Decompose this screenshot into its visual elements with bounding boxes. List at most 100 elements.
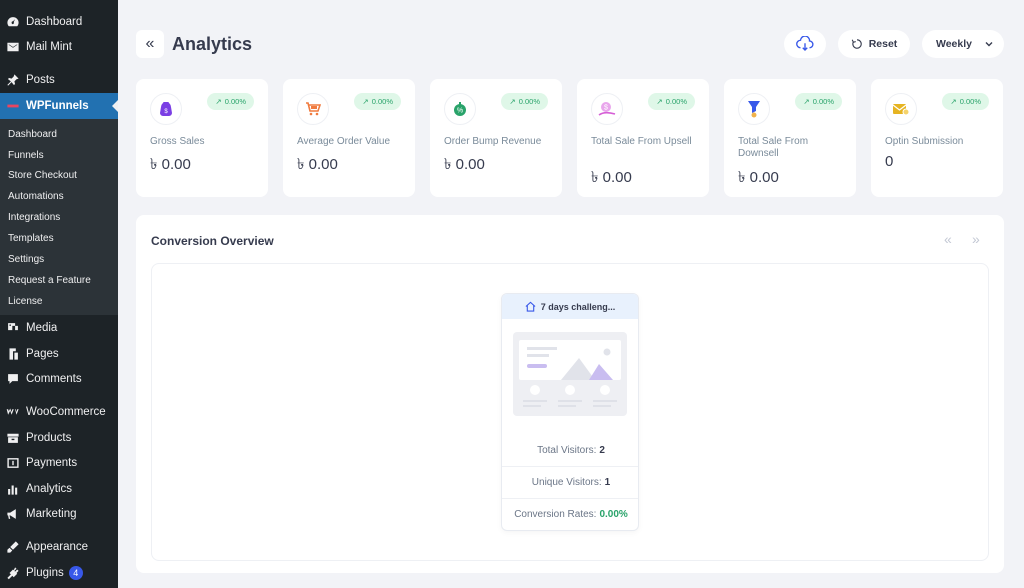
conversion-overview-panel: Conversion Overview « » 7 days challeng.…: [136, 215, 1004, 573]
update-count-badge: 4: [68, 566, 83, 580]
sidebar-item-label: Comments: [26, 373, 82, 385]
sidebar-item-analytics[interactable]: Analytics: [0, 478, 118, 500]
conversion-rate-value: 0.00%: [599, 509, 628, 520]
stat-label: Average Order Value: [297, 136, 391, 147]
mail-icon: [6, 40, 20, 54]
analytics-icon: [6, 482, 20, 496]
page-title: Analytics: [172, 34, 253, 54]
conversion-rate-row: Conversion Rates: 0.00%: [502, 498, 638, 530]
section-title: Conversion Overview: [151, 234, 274, 248]
reset-label: Reset: [868, 38, 898, 50]
sidebar-item-products[interactable]: Products: [0, 427, 118, 449]
appearance-icon: [6, 540, 20, 554]
wpfunnels-icon: [6, 99, 20, 113]
stat-card-average-order-value: ↗ 0.00% Average Order Value ৳ 0.00: [283, 79, 415, 197]
arrow-up-right-icon: ↗: [803, 97, 810, 106]
period-select-value: Weekly: [936, 38, 972, 50]
stat-value: ৳ 0.00: [591, 169, 632, 186]
sidebar-item-dashboard[interactable]: Dashboard: [0, 11, 118, 33]
sidebar-item-label: Appearance: [26, 541, 89, 553]
stat-value: ৳ 0.00: [297, 156, 338, 173]
arrow-up-right-icon: ↗: [950, 97, 957, 106]
total-visitors-value: 2: [599, 444, 605, 456]
next-page-button[interactable]: »: [972, 231, 980, 247]
sidebar-item-media[interactable]: Media: [0, 317, 118, 339]
sidebar-item-comments[interactable]: Comments: [0, 368, 118, 390]
funnel-preview-image: [513, 332, 627, 416]
submenu-item-dashboard[interactable]: Dashboard: [8, 125, 57, 143]
submenu-item-integrations[interactable]: Integrations: [8, 208, 60, 226]
stat-label: Gross Sales: [150, 136, 205, 147]
marketing-icon: [6, 507, 20, 521]
sidebar-item-mail-mint[interactable]: Mail Mint: [0, 36, 118, 58]
unique-visitors-value: 1: [604, 477, 611, 488]
period-select[interactable]: Weekly: [922, 30, 1004, 58]
stat-card-order-bump-revenue: % ↗ 0.00% Order Bump Revenue ৳ 0.00: [430, 79, 562, 197]
submenu-item-request-feature[interactable]: Request a Feature: [8, 271, 91, 289]
money-bag-icon: $: [150, 93, 182, 125]
prev-page-button[interactable]: «: [944, 231, 952, 247]
sidebar-item-woocommerce[interactable]: WooCommerce: [0, 401, 118, 423]
svg-text:%: %: [457, 108, 463, 115]
sidebar-item-label: WPFunnels: [26, 100, 89, 112]
sidebar-item-label: Analytics: [26, 483, 73, 495]
submenu-item-automations[interactable]: Automations: [8, 187, 64, 205]
arrow-up-right-icon: ↗: [215, 97, 222, 106]
downsell-icon: [738, 93, 770, 125]
sidebar-item-marketing[interactable]: Marketing: [0, 503, 118, 525]
main-content: « Analytics Reset Weekly $ ↗ 0.00% Gross …: [118, 0, 1024, 588]
stat-card-downsell: ↗ 0.00% Total Sale From Downsell ৳ 0.00: [724, 79, 856, 197]
cloud-download-icon: [796, 36, 814, 51]
stat-card-upsell: $ ↗ 0.00% Total Sale From Upsell ৳ 0.00: [577, 79, 709, 197]
change-badge: ↗ 0.00%: [648, 93, 695, 110]
sidebar-item-label: Pages: [26, 348, 59, 360]
sidebar-item-pages[interactable]: Pages: [0, 343, 118, 365]
sidebar-item-posts[interactable]: Posts: [0, 69, 118, 91]
reset-button[interactable]: Reset: [838, 30, 910, 58]
submenu-item-funnels[interactable]: Funnels: [8, 146, 44, 164]
sidebar-item-label: Media: [26, 322, 58, 334]
stat-label: Total Sale From Upsell: [591, 136, 692, 147]
stat-card-optin-submission: ↗ 0.00% Optin Submission 0: [871, 79, 1003, 197]
stat-value: ৳ 0.00: [444, 156, 485, 173]
payments-icon: [6, 456, 20, 470]
sidebar-item-label: Dashboard: [26, 16, 83, 28]
change-badge: ↗ 0.00%: [942, 93, 989, 110]
double-chevron-left-icon: «: [944, 231, 952, 247]
stat-label: Order Bump Revenue: [444, 136, 542, 147]
change-badge: ↗ 0.00%: [795, 93, 842, 110]
comments-icon: [6, 372, 20, 386]
sidebar-item-label: WooCommerce: [26, 406, 106, 418]
download-button[interactable]: [784, 30, 826, 58]
sidebar-item-label: Products: [26, 432, 72, 444]
submenu-item-license[interactable]: License: [8, 292, 42, 310]
sidebar-item-wpfunnels[interactable]: WPFunnels: [0, 93, 118, 119]
submenu-item-settings[interactable]: Settings: [8, 250, 44, 268]
stat-label: Total Sale From Downsell: [738, 136, 809, 159]
unique-visitors-row: Unique Visitors: 1: [502, 466, 638, 498]
admin-sidebar: Dashboard Mail Mint Posts WPFunnels Dash…: [0, 0, 118, 588]
discount-icon: %: [444, 93, 476, 125]
collapse-button[interactable]: «: [136, 30, 164, 58]
funnel-card[interactable]: 7 days challeng... Total Visitors: 2 Uni…: [501, 293, 639, 531]
pin-icon: [6, 73, 20, 87]
cart-icon: [297, 93, 329, 125]
double-chevron-left-icon: «: [145, 35, 155, 52]
sidebar-item-label: Plugins: [26, 567, 64, 579]
products-icon: [6, 431, 20, 445]
sidebar-item-plugins[interactable]: Plugins 4: [0, 562, 118, 584]
sidebar-item-label: Payments: [26, 457, 78, 469]
page-scrollbar[interactable]: [1018, 0, 1024, 588]
double-chevron-right-icon: »: [972, 231, 980, 247]
funnel-name: 7 days challeng...: [540, 301, 616, 312]
change-badge: ↗ 0.00%: [354, 93, 401, 110]
refresh-icon: [851, 39, 862, 49]
svg-text:$: $: [604, 105, 608, 112]
stat-label: Optin Submission: [885, 136, 964, 147]
submenu-item-templates[interactable]: Templates: [8, 229, 54, 247]
sidebar-item-appearance[interactable]: Appearance: [0, 536, 118, 558]
arrow-up-right-icon: ↗: [656, 97, 663, 106]
sidebar-item-payments[interactable]: Payments: [0, 452, 118, 474]
stat-value: ৳ 0.00: [738, 169, 779, 186]
submenu-item-store-checkout[interactable]: Store Checkout: [8, 166, 77, 184]
